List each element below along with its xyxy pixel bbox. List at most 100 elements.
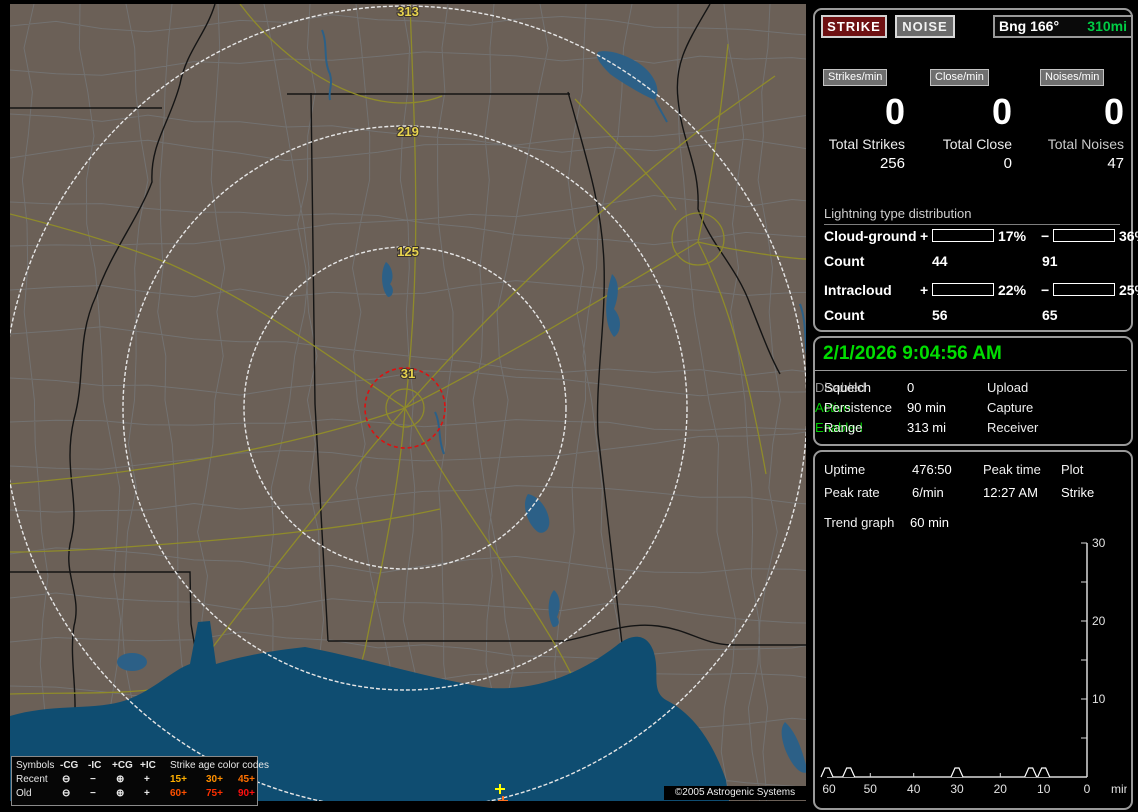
trend-y-labels: 30 20 10 xyxy=(1092,536,1106,706)
noises-per-min-value: 0 xyxy=(1103,91,1124,132)
ic-minus-percent: 25% xyxy=(1119,282,1138,298)
old-pos-cg-icon: ⊕ xyxy=(116,788,125,799)
capture-label: Capture xyxy=(987,400,1034,415)
lightning-map[interactable]: 313 219 125 31 xyxy=(10,4,806,801)
ic-minus-count: 65 xyxy=(1042,307,1058,323)
close-per-min-value: 0 xyxy=(991,91,1012,132)
ring-label-31: 31 xyxy=(401,366,415,381)
close-per-min-chip[interactable]: Close/min xyxy=(930,69,989,86)
recent-pos-cg-icon: ⊕ xyxy=(116,774,125,785)
trend-axes xyxy=(827,543,1088,778)
trend-graph: 30 20 10 60 50 40 30 20 10 0 min xyxy=(820,536,1127,796)
squelch-upload-row: Squelch 0 Upload Disabled xyxy=(815,380,1127,396)
ic-plus-count: 56 xyxy=(932,307,948,323)
ring-label-219: 219 xyxy=(397,124,419,139)
recent-neg-cg-icon: ⊖ xyxy=(62,774,71,785)
trend-peak xyxy=(1037,767,1051,778)
persistence-capture-row: Persistence 90 min Capture Active xyxy=(815,400,1127,416)
x-label-0: 0 xyxy=(1084,782,1091,796)
squelch-value: 0 xyxy=(907,380,915,395)
intracloud-label: Intracloud xyxy=(824,282,892,298)
legend-row-recent-label: Recent xyxy=(16,774,48,785)
copyright-notice: ©2005 Astrogenic Systems xyxy=(664,786,806,800)
y-label-10: 10 xyxy=(1092,692,1106,706)
range-receiver-row: Range 313 mi Receiver Enabled xyxy=(815,420,1127,436)
old-neg-ic-icon: − xyxy=(90,788,96,799)
noise-mode-button[interactable]: NOISE xyxy=(895,15,955,38)
x-label-30: 30 xyxy=(950,782,964,796)
trend-ticks xyxy=(869,542,1087,777)
count-label: Count xyxy=(824,307,865,323)
age-code-75: 75+ xyxy=(206,788,223,799)
legend-col-pos-cg: +CG xyxy=(112,760,133,771)
total-strikes-label: Total Strikes xyxy=(828,136,905,152)
x-label-20: 20 xyxy=(994,782,1008,796)
cg-plus-bar xyxy=(932,229,994,242)
recent-neg-ic-icon: − xyxy=(90,774,96,785)
x-label-10: 10 xyxy=(1037,782,1051,796)
bearing-value: Bng 166° xyxy=(999,18,1060,34)
age-code-90: 90+ xyxy=(238,788,255,799)
receiver-label: Receiver xyxy=(987,420,1039,435)
ic-plus-bar xyxy=(932,283,994,296)
trend-peak xyxy=(842,767,856,778)
map-symbol-legend: Symbols -CG -IC +CG +IC Strike age color… xyxy=(11,756,269,806)
plus-sign: + xyxy=(920,228,929,244)
x-label-60: 60 xyxy=(822,782,836,796)
strikes-per-min-chip[interactable]: Strikes/min xyxy=(823,69,888,86)
divider xyxy=(815,370,1127,371)
upload-label: Upload xyxy=(987,380,1029,395)
legend-col-pos-ic: +IC xyxy=(140,760,156,771)
legend-symbols-header: Symbols xyxy=(16,760,55,771)
ring-label-125: 125 xyxy=(397,244,419,259)
total-noises-label: Total Noises xyxy=(1047,136,1124,152)
noises-per-min-chip[interactable]: Noises/min xyxy=(1040,69,1105,86)
trend-peak xyxy=(1024,767,1038,778)
old-pos-ic-icon: + xyxy=(144,788,150,799)
total-close-value: 0 xyxy=(1003,155,1012,172)
age-code-15: 15+ xyxy=(170,774,187,785)
current-datetime: 2/1/2026 9:04:56 AM xyxy=(823,343,1002,364)
strike-mode-button[interactable]: STRIKE xyxy=(821,15,887,38)
minus-sign: − xyxy=(1041,228,1050,244)
cg-minus-percent: 36% xyxy=(1119,228,1138,244)
trend-activity-peaks xyxy=(820,767,1051,778)
bearing-readout: Bng 166° 310mi xyxy=(993,15,1133,38)
old-neg-cg-icon: ⊖ xyxy=(62,788,71,799)
distribution-section-title: Lightning type distribution xyxy=(824,206,1120,225)
legend-row-old-label: Old xyxy=(16,788,32,799)
y-label-30: 30 xyxy=(1092,536,1106,550)
age-code-30: 30+ xyxy=(206,774,223,785)
age-code-45: 45+ xyxy=(238,774,255,785)
range-value: 313 mi xyxy=(907,420,947,435)
ic-plus-percent: 22% xyxy=(998,282,1027,298)
minus-sign: − xyxy=(1041,282,1050,298)
x-label-50: 50 xyxy=(864,782,878,796)
ic-minus-bar xyxy=(1053,283,1115,296)
recent-pos-ic-icon: + xyxy=(144,774,150,785)
x-label-40: 40 xyxy=(907,782,921,796)
cg-minus-count: 91 xyxy=(1042,253,1058,269)
cloud-ground-count-row: Count 44 91 xyxy=(815,253,1131,269)
x-unit-label: min xyxy=(1111,782,1127,796)
bearing-distance: 310mi xyxy=(1087,18,1127,34)
cg-plus-percent: 17% xyxy=(998,228,1027,244)
cg-minus-bar xyxy=(1053,229,1115,242)
age-code-60: 60+ xyxy=(170,788,187,799)
legend-col-neg-cg: -CG xyxy=(60,760,79,771)
cloud-ground-label: Cloud-ground xyxy=(824,228,917,244)
y-label-20: 20 xyxy=(1092,614,1106,628)
intracloud-row: Intracloud + 22% − 25% xyxy=(815,282,1138,298)
trend-x-labels: 60 50 40 30 20 10 0 min xyxy=(822,782,1127,796)
count-label: Count xyxy=(824,253,865,269)
trend-panel: Uptime 476:50 Peak time Plot Peak rate 6… xyxy=(813,450,1133,810)
legend-col-neg-ic: -IC xyxy=(88,760,102,771)
status-panel: 2/1/2026 9:04:56 AM Squelch 0 Upload Dis… xyxy=(813,336,1133,446)
plus-sign: + xyxy=(920,282,929,298)
total-close-label: Total Close xyxy=(942,136,1012,152)
persistence-label: Persistence xyxy=(824,400,892,415)
ring-label-313: 313 xyxy=(397,4,419,19)
persistence-value: 90 min xyxy=(907,400,947,415)
range-label: Range xyxy=(824,420,863,435)
trend-peak xyxy=(820,767,834,778)
